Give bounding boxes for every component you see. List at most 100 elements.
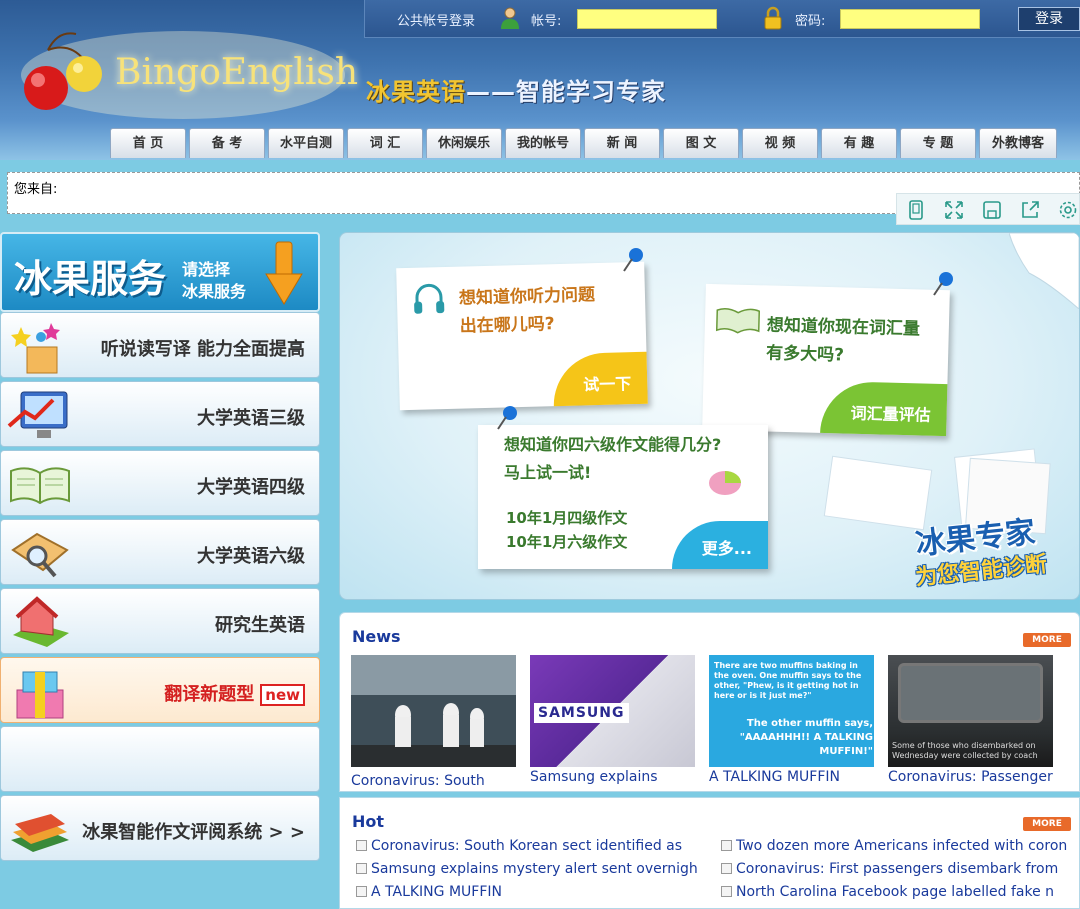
save-icon[interactable] [981, 199, 1003, 221]
nav-fun[interactable]: 有 趣 [821, 128, 897, 158]
nav-my-account[interactable]: 我的帐号 [505, 128, 581, 158]
settings-icon[interactable] [1057, 199, 1079, 221]
nav-leisure[interactable]: 休闲娱乐 [426, 128, 502, 158]
account-input[interactable] [577, 9, 717, 29]
news-card[interactable]: Some of those who disembarked on Wednesd… [888, 655, 1053, 789]
news-more-button[interactable]: MORE [1023, 633, 1071, 647]
password-input[interactable] [840, 9, 980, 29]
sidebar-label: 大学英语三级 [197, 408, 305, 429]
muffin-punchline: The other muffin says, "AAAAHHH!! A TALK… [739, 718, 873, 757]
slogan: 冰果英语——智能学习专家 [366, 72, 666, 107]
lock-icon [764, 6, 782, 30]
hot-checkbox[interactable] [356, 863, 367, 874]
nav-video[interactable]: 视 频 [742, 128, 818, 158]
vocabulary-line2: 有多大吗? [765, 343, 845, 366]
try-button[interactable]: 试一下 [552, 351, 648, 407]
site-header: 公共帐号登录 帐号: 密码: 登录 BingoEnglish 冰果英语——智能学… [0, 0, 1080, 160]
sidebar-item-cet4[interactable]: 大学英语四级 [0, 450, 320, 516]
slogan-highlight: 冰果英语 [366, 78, 466, 106]
slogan-rest: ——智能学习专家 [466, 78, 666, 106]
open-book-icon [715, 307, 761, 334]
sidebar-label: 大学英语四级 [197, 477, 305, 498]
vocabulary-line1: 想知道你现在词汇量 [766, 315, 921, 340]
pin-icon [623, 248, 643, 272]
nav-home[interactable]: 首 页 [110, 128, 186, 158]
sidebar-label: 研究生英语 [215, 615, 305, 636]
news-caption: Coronavirus: Passengers [888, 769, 1053, 785]
hot-checkbox[interactable] [356, 886, 367, 897]
translation-label: 翻译新题型 [164, 684, 255, 705]
news-image-passengers: Some of those who disembarked on Wednesd… [888, 655, 1053, 767]
service-banner-sub1: 请选择 [182, 260, 231, 279]
hot-item[interactable]: Samsung explains mystery alert sent over… [356, 861, 701, 877]
sidebar-item-skills[interactable]: 听说读写译 能力全面提高 [0, 312, 320, 378]
page-toolbar [896, 193, 1080, 225]
login-button[interactable]: 登录 [1018, 7, 1080, 31]
nav-level-test[interactable]: 水平自测 [268, 128, 344, 158]
sidebar-item-cet3[interactable]: 大学英语三级 [0, 381, 320, 447]
hot-item-label: Coronavirus: First passengers disembark … [736, 861, 1059, 877]
account-label: 帐号: [531, 14, 562, 29]
hot-item[interactable]: North Carolina Facebook page labelled fa… [721, 884, 1071, 900]
sidebar-item-translation[interactable]: 翻译新题型 new [0, 657, 320, 723]
more-essays-button[interactable]: 更多... [671, 521, 768, 569]
nav-pictures[interactable]: 图 文 [663, 128, 739, 158]
listening-note[interactable]: 想知道你听力问题 出在哪儿吗? 试一下 [396, 261, 648, 411]
fullscreen-icon[interactable] [943, 199, 965, 221]
nav-news[interactable]: 新 闻 [584, 128, 660, 158]
gift-box-icon [16, 671, 64, 719]
news-caption: A TALKING MUFFIN [709, 769, 840, 785]
monitor-chart-icon [7, 391, 68, 438]
hot-panel: Hot MORE Coronavirus: South Korean sect … [339, 797, 1080, 909]
vocabulary-note[interactable]: 想知道你现在词汇量 有多大吗? 词汇量评估 [702, 283, 950, 437]
referrer-label: 您来自: [14, 182, 58, 197]
open-book-icon [10, 467, 70, 505]
sidebar-item-cet6[interactable]: 大学英语六级 [0, 519, 320, 585]
service-banner: 冰果服务 请选择 冰果服务 [0, 232, 320, 312]
hot-item-label: Coronavirus: South Korean sect identifie… [371, 838, 683, 854]
muffin-joke-text: There are two muffins baking in the oven… [714, 661, 862, 700]
sidebar-item-essay-system[interactable]: 冰果智能作文评阅系统 > > [0, 795, 320, 861]
sidebar-empty-slot [0, 726, 320, 792]
stars-gift-icon [11, 323, 60, 374]
pin-icon [933, 272, 953, 296]
listening-line2: 出在哪儿吗? [459, 314, 555, 337]
news-card[interactable]: There are two muffins baking in the oven… [709, 655, 874, 789]
pie-chart-icon [709, 471, 741, 495]
nav-topics[interactable]: 专 题 [900, 128, 976, 158]
hot-checkbox[interactable] [721, 840, 732, 851]
hot-item-label: Samsung explains mystery alert sent over… [371, 861, 698, 877]
listening-line1: 想知道你听力问题 [458, 285, 596, 309]
hot-item[interactable]: Two dozen more Americans infected with c… [721, 838, 1071, 854]
hot-checkbox[interactable] [721, 886, 732, 897]
hot-item-label: North Carolina Facebook page labelled fa… [736, 884, 1055, 900]
nav-vocabulary[interactable]: 词 汇 [347, 128, 423, 158]
hot-item[interactable]: A TALKING MUFFIN [356, 884, 701, 900]
samsung-logo: SAMSUNG [534, 703, 629, 723]
vocab-test-button[interactable]: 词汇量评估 [820, 380, 948, 437]
hot-checkbox[interactable] [356, 840, 367, 851]
nav-teacher-blog[interactable]: 外教博客 [979, 128, 1057, 158]
cet6-essay-link[interactable]: 10年1月六级作文 [506, 531, 627, 552]
hot-item-label: A TALKING MUFFIN [371, 884, 502, 900]
service-banner-sub2: 冰果服务 [182, 282, 247, 301]
hot-more-button[interactable]: MORE [1023, 817, 1071, 831]
hot-checkbox[interactable] [721, 863, 732, 874]
logo-text: BingoEnglish [115, 52, 359, 93]
pin-icon [497, 406, 517, 430]
cet4-essay-link[interactable]: 10年1月四级作文 [506, 507, 627, 528]
news-title: News [352, 627, 401, 646]
password-label: 密码: [795, 14, 826, 29]
hot-item[interactable]: Coronavirus: First passengers disembark … [721, 861, 1071, 877]
news-image-muffin: There are two muffins baking in the oven… [709, 655, 874, 767]
tablet-icon[interactable] [905, 199, 927, 221]
hot-item[interactable]: Coronavirus: South Korean sect identifie… [356, 838, 701, 854]
news-caption: Coronavirus: South [351, 773, 485, 789]
news-card[interactable]: SAMSUNG Samsung explains [530, 655, 695, 789]
share-icon[interactable] [1019, 199, 1041, 221]
news-card[interactable]: Coronavirus: South [351, 655, 516, 793]
news-image-coronavirus-south [351, 655, 516, 767]
sidebar-item-postgrad[interactable]: 研究生英语 [0, 588, 320, 654]
nav-exam[interactable]: 备 考 [189, 128, 265, 158]
essay-note[interactable]: 想知道你四六级作文能得几分? 马上试一试! 10年1月四级作文 10年1月六级作… [478, 425, 768, 569]
